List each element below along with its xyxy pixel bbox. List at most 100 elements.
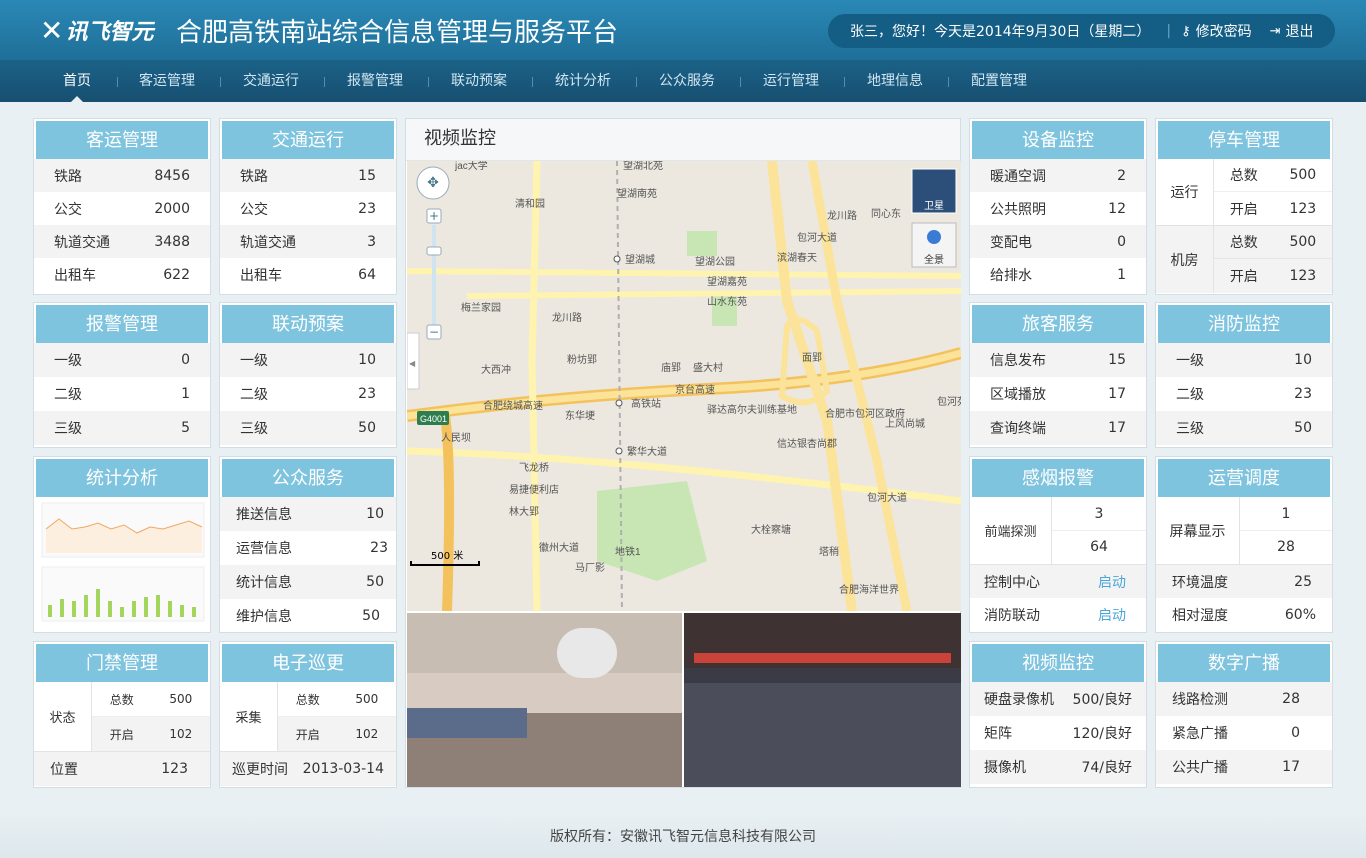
front-block: 前端探测 3 64 — [970, 497, 1146, 565]
panel-title[interactable]: 消防监控 — [1156, 303, 1332, 343]
total-row: 总数 500 — [278, 682, 396, 717]
panel-tingche: 停车管理 运行 总数 500 开启 123 机房 总数 500 开启 123 — [1155, 118, 1333, 295]
chevron-left-icon: ◀ — [409, 359, 416, 368]
main-nav: 首页 客运管理 交通运行 报警管理 联动预案 统计分析 公众服务 运行管理 地理… — [0, 60, 1366, 102]
svg-text:繁华大道: 繁华大道 — [627, 445, 667, 458]
list-item: 环境温度 25 — [1156, 565, 1332, 598]
camera-feed-1[interactable] — [407, 613, 682, 787]
svg-text:望湖北苑: 望湖北苑 — [623, 161, 663, 172]
list-item: 一级 0 — [34, 343, 210, 377]
camera-image-1 — [407, 613, 682, 787]
run-block: 运行 总数 500 开启 123 — [1156, 159, 1332, 226]
svg-text:jac大学: jac大学 — [454, 161, 488, 172]
list-item: 三级 50 — [1156, 411, 1332, 445]
list-item: 公共广播 17 — [1156, 750, 1332, 784]
panel-title[interactable]: 电子巡更 — [220, 642, 396, 682]
svg-text:包河大道: 包河大道 — [797, 231, 837, 244]
list-item: 控制中心 启动 — [970, 565, 1146, 598]
panel-baojing: 报警管理 一级 0 二级 1 三级 5 — [33, 302, 211, 448]
list-item: 矩阵 120/良好 — [984, 726, 1132, 742]
nav-keyun[interactable]: 客运管理 — [128, 60, 206, 102]
list-item: 位置 123 — [34, 752, 210, 786]
start-link[interactable]: 启动 — [1098, 572, 1126, 592]
video-panel: 视频监控 jac大学 望湖北苑 望湖南苑 清和园 望湖城 望湖公园 滨湖春天 望… — [405, 118, 961, 788]
panel-tongji: 统计分析 — [33, 456, 211, 633]
status-block: 状态 总数 500 开启 102 — [34, 682, 210, 752]
svg-text:盛大村: 盛大村 — [693, 361, 723, 374]
plus-icon: + — [429, 209, 439, 223]
svg-text:人民坝: 人民坝 — [441, 432, 471, 444]
panel-title[interactable]: 报警管理 — [34, 303, 210, 343]
svg-text:龙川路: 龙川路 — [552, 311, 582, 324]
user-bar: 张三，您好！今天是2014年9月30日（星期二） | ⚷ 修改密码 ⇥ 退出 — [828, 14, 1335, 48]
map-view[interactable]: jac大学 望湖北苑 望湖南苑 清和园 望湖城 望湖公园 滨湖春天 望湖嘉苑 山… — [407, 161, 961, 611]
svg-text:徽州大道: 徽州大道 — [539, 541, 579, 554]
logout-icon: ⇥ — [1269, 23, 1281, 39]
list-item: 公共照明 12 — [990, 200, 1126, 218]
nav-jiaotong[interactable]: 交通运行 — [232, 60, 310, 102]
panel-title[interactable]: 停车管理 — [1156, 119, 1332, 159]
panel-jiaotong: 交通运行 铁路 15 公交 23 轨道交通 3 出租车 64 — [219, 118, 397, 295]
park-area — [687, 231, 717, 256]
svg-text:东华埂: 东华埂 — [565, 409, 595, 422]
svg-text:山水东苑: 山水东苑 — [707, 295, 747, 308]
park-area — [597, 481, 707, 581]
zoom-slider-track[interactable] — [432, 225, 436, 325]
nav-home[interactable]: 首页 — [46, 60, 108, 102]
svg-text:京台高速: 京台高速 — [675, 383, 715, 396]
panel-title: 视频监控 — [406, 119, 960, 161]
svg-text:飞龙桥: 飞龙桥 — [519, 461, 549, 474]
list-item: 相对湿度 60% — [1156, 598, 1332, 632]
nav-dili[interactable]: 地理信息 — [856, 60, 934, 102]
panel-title[interactable]: 门禁管理 — [34, 642, 210, 682]
map-canvas: jac大学 望湖北苑 望湖南苑 清和园 望湖城 望湖公园 滨湖春天 望湖嘉苑 山… — [407, 161, 961, 611]
nav-liandong[interactable]: 联动预案 — [440, 60, 518, 102]
panel-title[interactable]: 运营调度 — [1156, 457, 1332, 497]
screen-block: 屏幕显示 1 28 — [1156, 497, 1332, 565]
nav-divider — [117, 77, 118, 87]
station-dot — [615, 447, 623, 455]
list-item: 紧急广播 0 — [1172, 725, 1300, 742]
nav-tongji[interactable]: 统计分析 — [544, 60, 622, 102]
logo: ✕ 讯飞智元 — [40, 13, 154, 47]
panel-keyun: 客运管理 铁路 8456 公交 2000 轨道交通 3488 出租车 622 — [33, 118, 211, 295]
panel-title[interactable]: 旅客服务 — [970, 303, 1146, 343]
camera-feed-2[interactable] — [684, 613, 961, 787]
logout-link[interactable]: ⇥ 退出 — [1270, 21, 1314, 41]
panel-title[interactable]: 视频监控 — [970, 642, 1146, 682]
list-item: 区域播放 17 — [990, 386, 1126, 403]
list-item: 二级 1 — [54, 386, 190, 403]
svg-text:包河苑: 包河苑 — [937, 395, 961, 408]
list-item: 运营信息 23 — [236, 540, 388, 557]
panel-title[interactable]: 数字广播 — [1156, 642, 1332, 682]
nav-divider — [948, 77, 949, 87]
collect-values: 总数 500 开启 102 — [278, 682, 396, 751]
list-item: 线路检测 28 — [1156, 682, 1332, 716]
panel-title[interactable]: 联动预案 — [220, 303, 396, 343]
list-item: 二级 23 — [1176, 386, 1312, 403]
list-item: 推送信息 10 — [220, 497, 396, 531]
nav-divider — [532, 77, 533, 87]
nav-yunxing[interactable]: 运行管理 — [752, 60, 830, 102]
nav-peizhi[interactable]: 配置管理 — [960, 60, 1038, 102]
panel-xiaofang: 消防监控 一级 10 二级 23 三级 50 — [1155, 302, 1333, 448]
panel-title[interactable]: 感烟报警 — [970, 457, 1146, 497]
nav-gongzhong[interactable]: 公众服务 — [648, 60, 726, 102]
svg-text:望湖公园: 望湖公园 — [695, 255, 735, 268]
panel-title[interactable]: 公众服务 — [220, 457, 396, 497]
pan-arrows-icon: ✥ — [427, 175, 439, 191]
start-link[interactable]: 启动 — [1098, 605, 1126, 625]
panel-title[interactable]: 客运管理 — [34, 119, 210, 159]
panel-title[interactable]: 交通运行 — [220, 119, 396, 159]
svg-text:塔稍: 塔稍 — [819, 545, 839, 558]
nav-baojing[interactable]: 报警管理 — [336, 60, 414, 102]
nav-divider — [220, 77, 221, 87]
change-password-link[interactable]: ⚷ 修改密码 — [1181, 21, 1252, 41]
panel-shebei: 设备监控 暖通空调 2 公共照明 12 变配电 0 给排水 1 — [969, 118, 1147, 295]
panel-title[interactable]: 设备监控 — [970, 119, 1146, 159]
panel-title[interactable]: 统计分析 — [34, 457, 210, 497]
page-title: 合肥高铁南站综合信息管理与服务平台 — [176, 17, 619, 47]
camera-image-2 — [684, 613, 961, 787]
zoom-slider-handle[interactable] — [426, 246, 442, 256]
svg-text:望湖嘉苑: 望湖嘉苑 — [707, 275, 747, 288]
